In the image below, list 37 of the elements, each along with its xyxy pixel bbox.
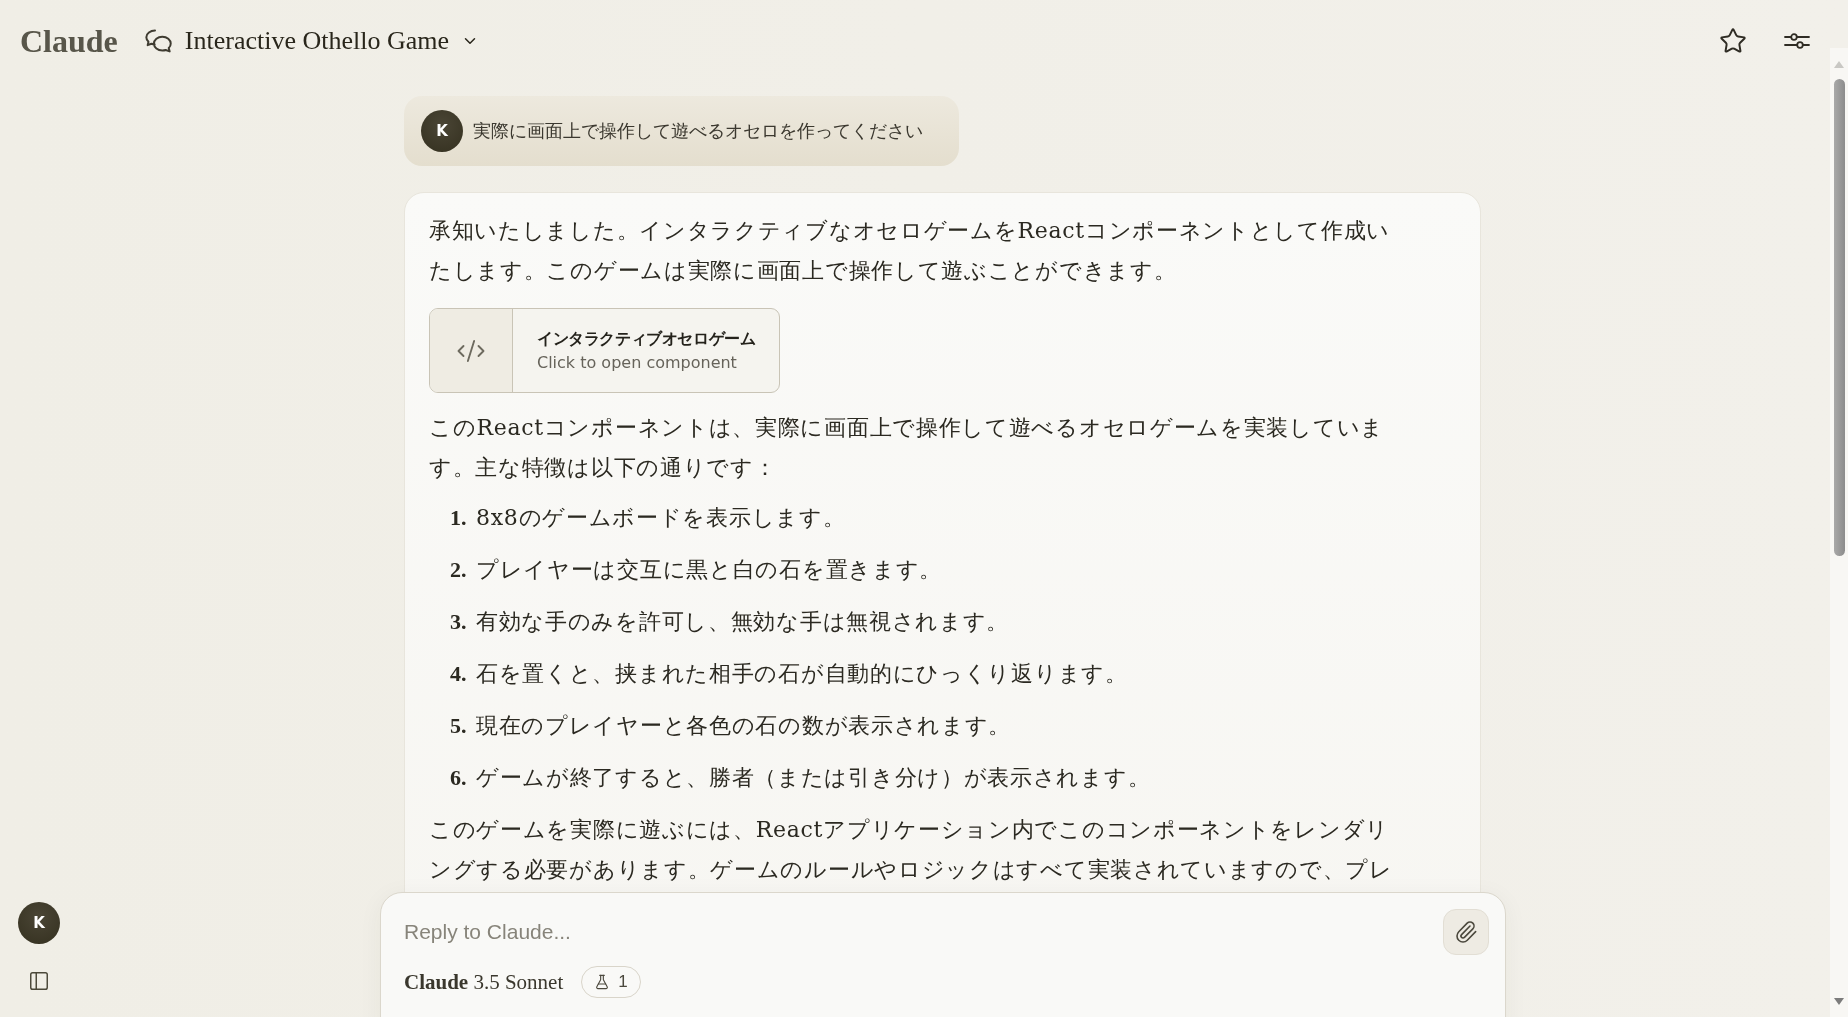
model-selector[interactable]: Claude 3.5 Sonnet xyxy=(404,969,564,995)
artifact-subtitle: Click to open component xyxy=(537,353,738,372)
list-item-text: 8x8のゲームボードを表示します。 xyxy=(476,504,846,532)
chat-bubbles-icon xyxy=(144,28,173,54)
artifact-title: インタラクティブオセロゲーム xyxy=(537,329,756,350)
user-message-text: 実際に画面上で操作して遊べるオセロを作ってください xyxy=(473,119,923,143)
list-number: 6. xyxy=(450,764,468,792)
user-avatar[interactable]: K xyxy=(18,902,60,944)
scrollbar-thumb[interactable] xyxy=(1833,79,1845,556)
attach-button[interactable] xyxy=(1443,909,1489,955)
list-item-text: 現在のプレイヤーと各色の石の数が表示されます。 xyxy=(476,712,1012,740)
list-number: 2. xyxy=(450,556,468,584)
list-item-text: 有効な手のみを許可し、無効な手は無視されます。 xyxy=(476,608,1010,636)
user-avatar: K xyxy=(421,110,463,152)
scroll-down-icon[interactable] xyxy=(1834,998,1844,1005)
code-icon xyxy=(430,309,513,392)
composer-panel[interactable]: Reply to Claude... Claude 3.5 Sonnet 1 xyxy=(380,892,1506,1017)
reply-input[interactable]: Reply to Claude... xyxy=(404,909,1431,955)
list-item-text: プレイヤーは交互に黒と白の石を置きます。 xyxy=(476,556,942,584)
message-paragraph: このReactコンポーネントは、実際に画面上で操作して遊べるオセロゲームを実装しています。主な特徴は以下の通りです： xyxy=(429,414,1385,482)
flask-icon xyxy=(594,974,611,990)
scrollbar[interactable] xyxy=(1830,48,1848,1017)
paperclip-icon xyxy=(1454,920,1478,944)
sidebar-toggle-icon xyxy=(28,970,50,992)
message-paragraph: このゲームを実際に遊ぶには、Reactアプリケーション内でこのコンポーネントをレンダリングする必要があります。ゲームのルールやロジックはすべて実装されていますので、プレ xyxy=(429,816,1394,884)
message-paragraph: 承知いたしました。インタラクティブなオセロゲームをReactコンポーネントとして作成いたします。このゲームは実際に画面上で操作して遊ぶことができます。 xyxy=(429,217,1391,285)
list-number: 3. xyxy=(450,608,468,636)
conversation-title-button[interactable]: Interactive Othello Game xyxy=(144,22,479,60)
claude-logo[interactable]: Claude xyxy=(20,25,118,57)
list-number: 1. xyxy=(450,504,468,532)
list-number: 5. xyxy=(450,712,468,740)
list-item-text: 石を置くと、挟まれた相手の石が自動的にひっくり返ります。 xyxy=(476,660,1128,688)
artifact-card[interactable]: インタラクティブオセロゲーム Click to open component xyxy=(429,308,781,393)
list-number: 4. xyxy=(450,660,468,688)
star-icon xyxy=(1719,27,1747,55)
list-item-text: ゲームが終了すると、勝者（または引き分け）が表示されます。 xyxy=(476,764,1151,792)
sliders-icon xyxy=(1784,32,1810,50)
